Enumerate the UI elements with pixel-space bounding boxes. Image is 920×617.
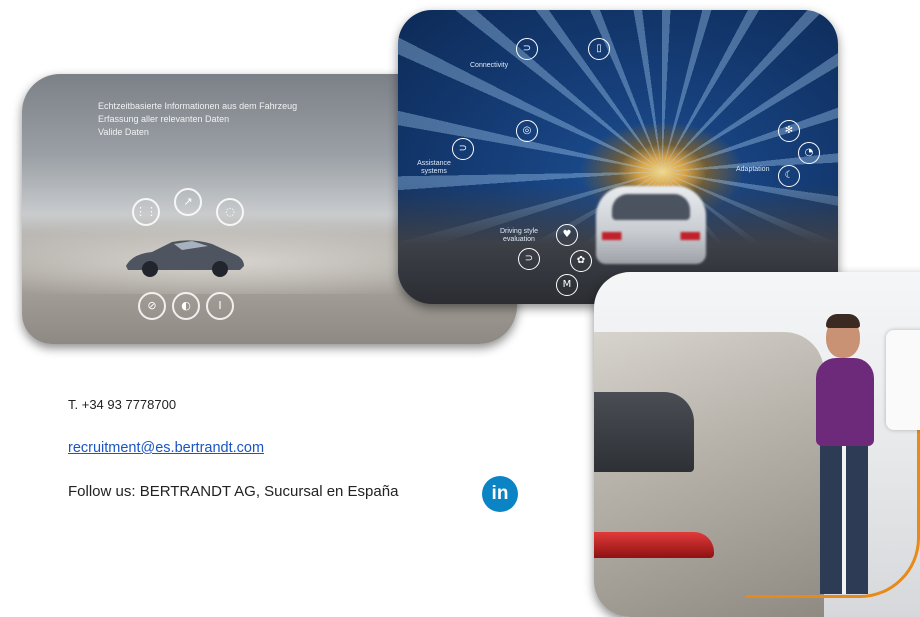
heart-icon: ♥ [556, 224, 578, 246]
gauge-icon: ⋮⋮ [132, 198, 160, 226]
tunnel-connectivity-image: ⊃ ▯ Connectivity ◎ ⊃ Assistance systems … [398, 10, 838, 304]
tank-icon: M [556, 274, 578, 296]
caption-line-2: Erfassung aller relevanten Daten [98, 114, 230, 124]
charging-station [886, 330, 920, 430]
person-legs [820, 444, 868, 594]
connectivity-label: Connectivity [470, 62, 509, 69]
thermometer-icon: I [206, 292, 234, 320]
person-hair [826, 314, 860, 328]
person-shirt [816, 358, 874, 446]
vehicle-data-caption: Echtzeitbasierte Informationen aus dem F… [98, 100, 297, 139]
adaptation-label: Adaptation [736, 166, 770, 173]
leaf-icon: ☾ [778, 165, 800, 187]
ev-charging-photo [594, 272, 920, 617]
road-icon: ✿ [570, 250, 592, 272]
linkedin-icon[interactable]: in [482, 476, 518, 512]
follow-us-text: Follow us: BERTRANDT AG, Sucursal en Esp… [68, 483, 399, 500]
caption-line-3: Valide Daten [98, 127, 149, 137]
steering-icon: ◎ [516, 120, 538, 142]
driving-style-label: Driving style evaluation [499, 228, 539, 243]
chart-icon: ◔ [798, 142, 820, 164]
sports-car-icon [126, 240, 244, 277]
snowflake-icon: ✻ [778, 120, 800, 142]
phone-icon: ▯ [588, 38, 610, 60]
car-taillight [594, 532, 714, 558]
fuel-icon: ⊃ [518, 248, 540, 270]
email-link[interactable]: recruitment@es.bertrandt.com [68, 440, 264, 456]
caption-line-1: Echtzeitbasierte Informationen aus dem F… [98, 101, 298, 111]
tire-icon: ◌ [216, 198, 244, 226]
phone-number: T. +34 93 7778700 [68, 397, 177, 412]
car-wifi-icon: ⊃ [452, 138, 474, 160]
car-signal-icon: ⊃ [516, 38, 538, 60]
assistance-label: Assistance systems [417, 160, 451, 175]
rpm-icon: ◐ [172, 292, 200, 320]
car-window [594, 392, 694, 472]
blurred-car [596, 186, 706, 264]
compass-icon: ↗ [174, 188, 202, 216]
piston-icon: ⊘ [138, 292, 166, 320]
